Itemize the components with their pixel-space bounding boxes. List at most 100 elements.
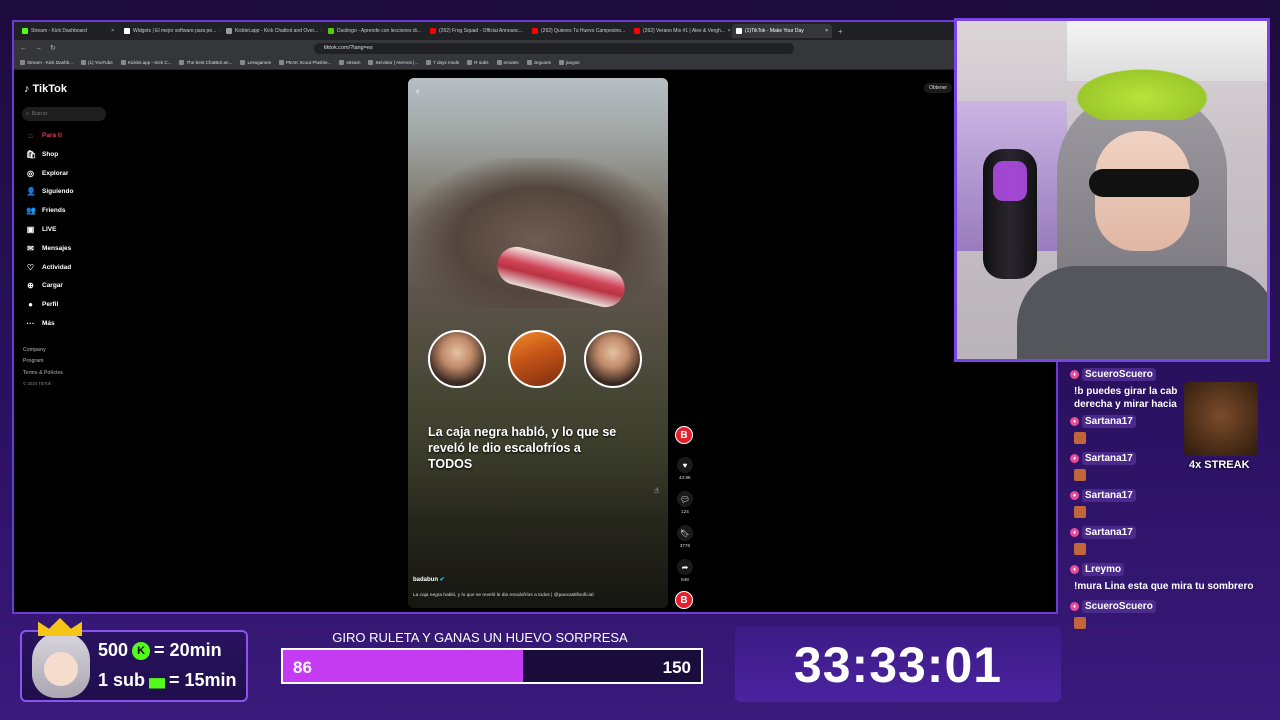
sound-avatar[interactable]: B	[675, 591, 693, 609]
chat-message-text: !b puedes girar la cab derecha y mirar h…	[1074, 386, 1178, 410]
bookmark-label: (1) YouTube	[87, 60, 113, 65]
chat-emote	[1074, 543, 1086, 555]
footer-link[interactable]: Terms & Policies	[23, 370, 63, 376]
like-action[interactable]: ♥ 43.9K	[675, 457, 695, 480]
bookmark-item[interactable]: R subs	[467, 60, 489, 65]
browser-tab[interactable]: Stream - Kick Dashboard ×	[18, 24, 118, 38]
chat-username[interactable]: Sartana17	[1082, 489, 1136, 502]
goal-max: 150	[662, 658, 691, 677]
bookmark-icon	[339, 60, 345, 65]
sidebar-item-live[interactable]: ▣ LIVE	[26, 225, 57, 234]
bookmark-label: Kicklet.app - Kick C...	[127, 60, 172, 65]
forward-icon[interactable]: →	[35, 45, 42, 52]
sidebar-item-m-s[interactable]: ··· Más	[26, 319, 55, 328]
bookmark-item[interactable]: Kicklet.app - Kick C...	[120, 60, 172, 65]
webcam-alien-headband	[1067, 65, 1217, 120]
tiktok-logo[interactable]: ♪ TikTok	[24, 83, 67, 95]
bookmark-item[interactable]: 7 days mods	[426, 60, 459, 65]
goal-current: 86	[293, 658, 312, 677]
crown-icon	[38, 618, 82, 636]
browser-tab[interactable]: (262) Verano Mix #1 | Alex & Vergh...×	[630, 24, 730, 38]
tab-favicon-icon	[226, 28, 232, 34]
sidebar-item-label: Explorar	[42, 169, 69, 177]
video-player[interactable]: 🔈︎ La caja negra habló, y lo que se reve…	[408, 78, 668, 608]
bookmark-item[interactable]: Jeguoes	[526, 60, 551, 65]
new-tab-icon[interactable]: +	[838, 27, 843, 36]
verified-icon: ✔	[439, 577, 445, 583]
chat-badge-icon: ♦	[1070, 370, 1079, 379]
sidebar-item-label: Siguiendo	[42, 188, 74, 196]
chat-username[interactable]: Sartana17	[1082, 415, 1136, 428]
shop-icon: 🛍	[26, 149, 37, 159]
chat-badge-icon: ♦	[1070, 454, 1079, 463]
sidebar-item-cargar[interactable]: ⊕ Cargar	[26, 281, 63, 290]
bookmark-item[interactable]: Stream - Kick Dashb...	[20, 60, 73, 65]
comment-action[interactable]: 💬︎ 124	[675, 491, 695, 514]
tab-close-icon[interactable]: ×	[825, 28, 828, 34]
video-face-left	[428, 330, 486, 388]
chat-emote	[1074, 432, 1086, 444]
bookmark-label: PEAK Scout Plushie...	[285, 60, 332, 65]
creator-avatar[interactable]: B	[675, 426, 693, 444]
tab-close-icon[interactable]: ×	[111, 28, 114, 34]
volume-icon[interactable]: 🔈︎	[416, 86, 421, 97]
video-author[interactable]: badabun ✔	[413, 576, 445, 583]
browser-tab[interactable]: (262) Quieres Tu Huevo Campesino...×	[528, 24, 628, 38]
goal-progress-fill	[283, 650, 523, 682]
bookmark-label: Jeguoes	[533, 60, 551, 65]
footer-link[interactable]: Company	[23, 347, 46, 353]
search-input[interactable]: ⌕ Buscar	[22, 107, 106, 121]
sidebar-item-label: Friends	[42, 207, 66, 215]
tab-close-icon[interactable]: ×	[219, 28, 220, 34]
browser-tab[interactable]: (262) Frog Squad - Official Announc...×	[426, 24, 526, 38]
bookmark-item[interactable]: PEAK Scout Plushie...	[278, 60, 332, 65]
chat-emote	[1074, 469, 1086, 481]
browser-tab[interactable]: Duolingo - Aprende con lecciones di... ×	[324, 24, 424, 38]
sidebar-item-friends[interactable]: 👥 Friends	[26, 206, 65, 215]
chat-username[interactable]: Sartana17	[1082, 526, 1136, 539]
reload-icon[interactable]: ↻	[50, 44, 56, 52]
chat-username[interactable]: ScueroScuero	[1082, 368, 1156, 381]
browser-tab[interactable]: Kicklet.app - Kick Chatbot and Over...×	[222, 24, 322, 38]
chat-emote	[1074, 506, 1086, 518]
back-icon[interactable]: ←	[20, 45, 27, 52]
tab-close-icon[interactable]: ×	[321, 28, 322, 34]
sidebar-item-shop[interactable]: 🛍 Shop	[26, 150, 58, 159]
chat-badge-icon: ♦	[1070, 602, 1079, 611]
sidebar-item-mensajes[interactable]: ✉ Mensajes	[26, 244, 71, 253]
subathon-timer: 33:33:01	[793, 637, 1003, 693]
tab-label: Duolingo - Aprende con lecciones di...	[337, 28, 421, 34]
chat-badge-icon: ♦	[1070, 528, 1079, 537]
save-action[interactable]: 🔖︎ 3776	[675, 525, 695, 548]
chat-username[interactable]: Sartana17	[1082, 452, 1136, 465]
sidebar-item-explorar[interactable]: ◎ Explorar	[26, 169, 68, 178]
browser-tab[interactable]: (1)TikTok - Make Your Day ×	[732, 24, 832, 38]
url-input[interactable]: tiktok.com/?lang=es	[313, 42, 794, 54]
chat-message-header: ♦ Lreymo	[1070, 563, 1125, 576]
get-app-button[interactable]: Obtener	[924, 83, 953, 93]
tab-label: (262) Verano Mix #1 | Alex & Vergh...	[643, 28, 725, 34]
chat-username[interactable]: Lreymo	[1082, 563, 1125, 576]
streak-label: 4x STREAK	[1189, 459, 1250, 471]
bookmark-item[interactable]: Servidor | Aternos |...	[368, 60, 418, 65]
sidebar-item-perfil[interactable]: ● Perfil	[26, 300, 58, 309]
browser-tab[interactable]: Widgets | El mejor software para pe...×	[120, 24, 220, 38]
bookmark-item[interactable]: Lessgames	[240, 60, 271, 65]
sidebar-item-actividad[interactable]: ♡ Actividad	[26, 263, 71, 272]
sidebar-item-label: Shop	[42, 150, 59, 158]
bookmark-item[interactable]: (1) YouTube	[80, 60, 113, 65]
share-action[interactable]: ➦ 848	[675, 559, 695, 582]
bookmark-item[interactable]: The best ChatBot an...	[179, 60, 232, 65]
chat-username[interactable]: ScueroScuero	[1082, 600, 1156, 613]
bookmark-icon	[179, 60, 185, 65]
tab-label: Kicklet.app - Kick Chatbot and Over...	[235, 28, 319, 34]
footer-link[interactable]: Program	[23, 358, 44, 364]
sidebar-item-siguiendo[interactable]: 👤 Siguiendo	[26, 187, 73, 196]
tab-favicon-icon	[328, 28, 334, 34]
bookmark-item[interactable]: stream	[339, 60, 360, 65]
bookmark-item[interactable]: emotes	[496, 60, 519, 65]
sidebar-item-para-ti[interactable]: ⌂ Para ti	[26, 131, 62, 140]
chat-message-header: ♦ Sartana17	[1070, 489, 1136, 502]
bookmark-item[interactable]: juegos	[558, 60, 580, 65]
tab-close-icon[interactable]: ×	[728, 28, 730, 34]
